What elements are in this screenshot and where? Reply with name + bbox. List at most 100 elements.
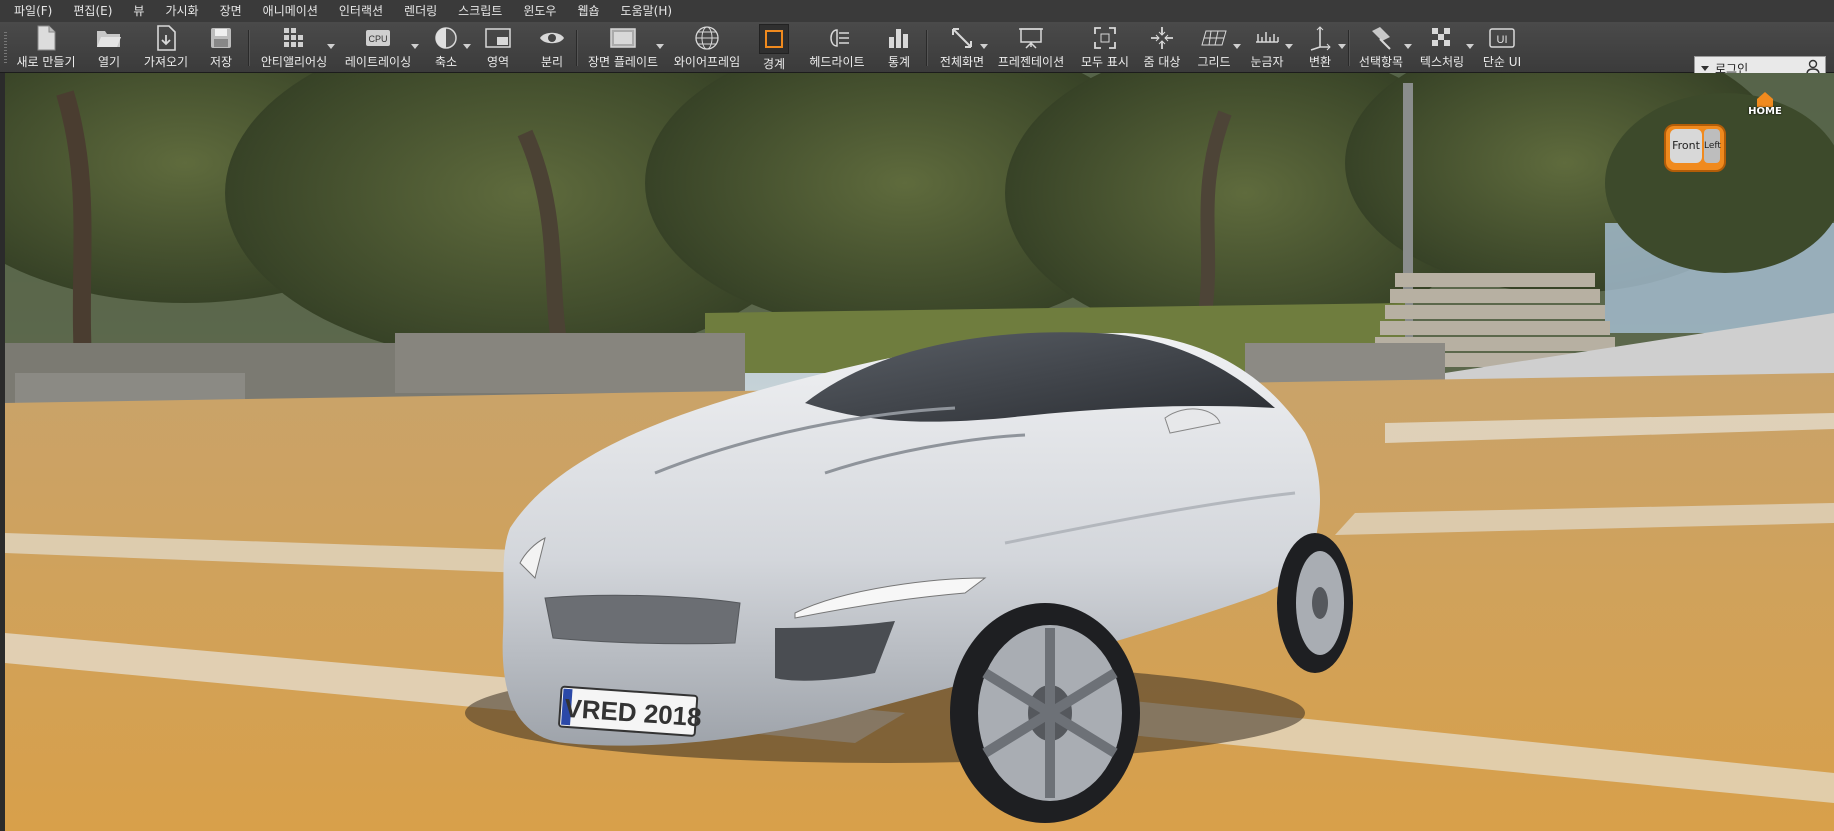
- cpu-badge-text: CPU: [368, 34, 387, 44]
- grid-button[interactable]: 그리드: [1194, 22, 1234, 72]
- render-viewport[interactable]: VRED 2018: [5, 73, 1834, 831]
- menu-interaction[interactable]: 인터랙션: [327, 0, 392, 22]
- statistics-icon: [885, 24, 913, 52]
- menu-animation[interactable]: 애니메이션: [251, 0, 327, 22]
- main-toolbar: 새로 만들기 열기 가져오기 저장 안티앨리어싱 CPU 레이트레이싱 축소 영…: [0, 22, 1834, 80]
- new-label: 새로 만들기: [16, 55, 76, 69]
- new-button[interactable]: 새로 만들기: [14, 22, 78, 72]
- transform-label: 변환: [1308, 55, 1332, 69]
- save-label: 저장: [209, 55, 233, 69]
- license-plate: VRED 2018: [558, 685, 703, 737]
- rear-wheel: [1277, 533, 1353, 673]
- texturing-dropdown-icon[interactable]: [1466, 44, 1474, 49]
- viewcube-left-face[interactable]: Left: [1704, 129, 1721, 163]
- menu-webshop[interactable]: 웹숍: [565, 0, 608, 22]
- wireframe-globe-icon: [693, 24, 721, 52]
- ruler-icon: [1253, 24, 1281, 52]
- texturing-label: 텍스처링: [1419, 55, 1465, 69]
- contrast-icon: [432, 24, 460, 52]
- ruler-dropdown-icon[interactable]: [1285, 44, 1293, 49]
- wireframe-button[interactable]: 와이어프레임: [670, 22, 744, 72]
- menu-view[interactable]: 뷰: [121, 0, 153, 22]
- simple-ui-button[interactable]: UI 단순 UI: [1478, 22, 1526, 72]
- isolate-button[interactable]: 분리: [534, 22, 570, 72]
- statistics-label: 통계: [887, 55, 911, 69]
- menu-help[interactable]: 도움말(H): [609, 0, 682, 22]
- texturing-button[interactable]: 텍스처링: [1414, 22, 1470, 72]
- region-button[interactable]: 영역: [480, 22, 516, 72]
- viewcube-home-button[interactable]: HOME: [1745, 90, 1785, 120]
- headlight-icon: [823, 24, 851, 52]
- selection-label: 선택항목: [1358, 55, 1404, 69]
- headlight-label: 헤드라이트: [809, 55, 865, 69]
- home-label: HOME: [1748, 106, 1782, 117]
- open-label: 열기: [97, 55, 121, 69]
- fullscreen-dropdown-icon[interactable]: [980, 44, 988, 49]
- viewcube-front-face[interactable]: Front: [1670, 129, 1702, 163]
- presentation-icon: [1017, 24, 1045, 52]
- front-wheel: [950, 603, 1140, 823]
- scene-plate-icon: [609, 24, 637, 52]
- raytracing-button[interactable]: CPU 레이트레이싱: [340, 22, 416, 72]
- selection-icon: [1367, 24, 1395, 52]
- import-button[interactable]: 가져오기: [140, 22, 192, 72]
- zoom-target-icon: [1148, 24, 1176, 52]
- transform-dropdown-icon[interactable]: [1338, 44, 1346, 49]
- save-icon: [207, 24, 235, 52]
- selection-button[interactable]: 선택항목: [1354, 22, 1408, 72]
- menu-script[interactable]: 스크립트: [446, 0, 511, 22]
- region-icon: [484, 24, 512, 52]
- save-button[interactable]: 저장: [204, 22, 238, 72]
- show-all-button[interactable]: 모두 표시: [1076, 22, 1134, 72]
- ruler-button[interactable]: 눈금자: [1244, 22, 1290, 72]
- new-file-icon: [32, 24, 60, 52]
- menu-window[interactable]: 윈도우: [511, 0, 565, 22]
- presentation-button[interactable]: 프레젠테이션: [994, 22, 1068, 72]
- texturing-icon: [1428, 24, 1456, 52]
- region-label: 영역: [486, 55, 510, 69]
- menu-scene[interactable]: 장면: [208, 0, 251, 22]
- antialiasing-icon: [280, 24, 308, 52]
- show-all-label: 모두 표시: [1081, 55, 1129, 69]
- fullscreen-icon: [948, 24, 976, 52]
- zoom-target-button[interactable]: 줌 대상: [1140, 22, 1184, 72]
- scene-plate-button[interactable]: 장면 플레이트: [584, 22, 662, 72]
- menu-visualization[interactable]: 가시화: [153, 0, 207, 22]
- menu-edit[interactable]: 편집(E): [61, 0, 121, 22]
- open-button[interactable]: 열기: [88, 22, 130, 72]
- raytracing-label: 레이트레이싱: [344, 55, 412, 69]
- scene-plate-label: 장면 플레이트: [587, 55, 659, 69]
- statistics-button[interactable]: 통계: [882, 22, 916, 72]
- shrink-dropdown-icon[interactable]: [463, 44, 471, 49]
- login-dropdown-icon: [1701, 65, 1709, 71]
- antialiasing-button[interactable]: 안티앨리어싱: [256, 22, 332, 72]
- headlight-button[interactable]: 헤드라이트: [804, 22, 870, 72]
- bounds-button[interactable]: 경계: [756, 22, 792, 72]
- isolate-label: 분리: [540, 55, 564, 69]
- scene-plate-dropdown-icon[interactable]: [656, 44, 664, 49]
- antialiasing-dropdown-icon[interactable]: [327, 44, 335, 49]
- show-all-icon: [1091, 24, 1119, 52]
- menu-file[interactable]: 파일(F): [0, 0, 61, 22]
- bounds-icon: [759, 24, 789, 54]
- shrink-label: 축소: [434, 55, 458, 69]
- presentation-label: 프레젠테이션: [997, 55, 1065, 69]
- zoom-target-label: 줌 대상: [1143, 55, 1181, 69]
- raytracing-dropdown-icon[interactable]: [411, 44, 419, 49]
- import-icon: [152, 24, 180, 52]
- selection-dropdown-icon[interactable]: [1404, 44, 1412, 49]
- wireframe-label: 와이어프레임: [673, 55, 741, 69]
- toolbar-separator: [248, 30, 250, 66]
- shrink-button[interactable]: 축소: [428, 22, 464, 72]
- viewcube[interactable]: Front Left: [1660, 118, 1726, 176]
- cpu-icon: CPU: [364, 24, 392, 52]
- grid-icon: [1200, 24, 1228, 52]
- eye-icon: [538, 24, 566, 52]
- bounds-label: 경계: [762, 57, 786, 71]
- simple-ui-icon: UI: [1488, 24, 1516, 52]
- transform-button[interactable]: 변환: [1300, 22, 1340, 72]
- grid-dropdown-icon[interactable]: [1233, 44, 1241, 49]
- menu-rendering[interactable]: 렌더링: [392, 0, 446, 22]
- toolbar-grip[interactable]: [4, 32, 7, 64]
- rendered-scene: VRED 2018: [5, 73, 1834, 831]
